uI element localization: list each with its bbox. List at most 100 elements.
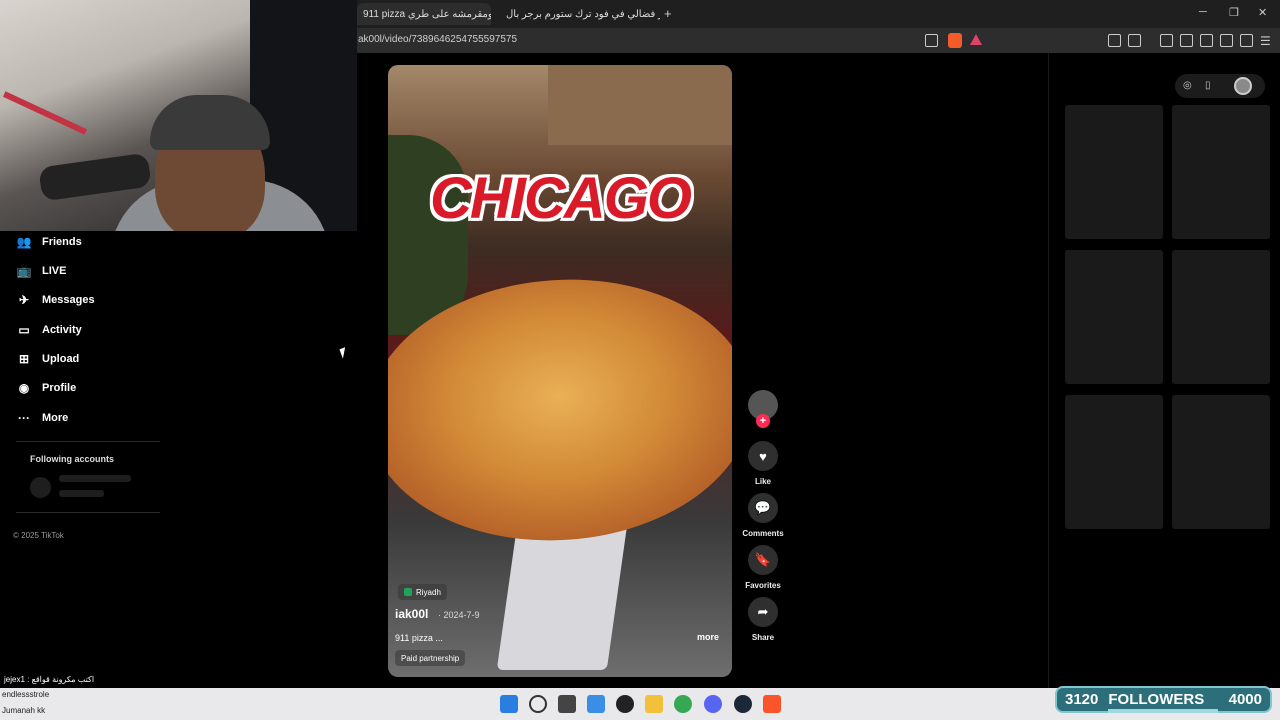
profile-icon: ◉ xyxy=(18,381,30,395)
sidebar-item-more[interactable]: ··· More xyxy=(16,408,68,428)
activity-icon: ▭ xyxy=(18,323,30,337)
video-thumbnail-placeholder[interactable] xyxy=(1065,250,1163,384)
minimize-icon[interactable]: ─ xyxy=(1199,6,1207,18)
sidebar-item-label: Activity xyxy=(42,324,82,336)
friends-icon: 👥 xyxy=(16,235,32,249)
chat-message: endlessstrole xyxy=(2,690,50,699)
followers-progress-bar xyxy=(1108,709,1218,713)
live-icon: 📺 xyxy=(16,264,32,278)
windows-start-icon[interactable] xyxy=(500,695,518,713)
microphone xyxy=(38,152,152,202)
upload-icon: ⊞ xyxy=(18,352,30,366)
location-badge[interactable]: Riyadh xyxy=(398,584,447,600)
share-button[interactable]: ➦ xyxy=(748,597,778,627)
discord-icon[interactable] xyxy=(704,695,722,713)
video-thumbnail-placeholder[interactable] xyxy=(1065,395,1163,529)
video-overlay-title: CHICAGO xyxy=(430,166,692,231)
webcam-overlay xyxy=(0,0,357,231)
video-thumbnail-placeholder[interactable] xyxy=(1172,395,1270,529)
browser-tab[interactable]: برجر فضالي في فود ترك ستورم برجر بال xyxy=(500,3,660,25)
share-page-icon[interactable] xyxy=(925,34,938,47)
sidebar-item-profile[interactable]: ◉ Profile xyxy=(16,378,76,398)
favorites-button[interactable]: 🔖 xyxy=(748,545,778,575)
store-icon[interactable] xyxy=(587,695,605,713)
steam-icon[interactable] xyxy=(734,695,752,713)
comments-button[interactable]: 💬 xyxy=(748,493,778,523)
followers-count: 3120 xyxy=(1065,691,1099,708)
following-accounts-title: Following accounts xyxy=(30,454,115,464)
screenshot-icon[interactable] xyxy=(1128,34,1141,47)
brave-shield-icon[interactable] xyxy=(948,33,962,48)
sidebar-item-label: Profile xyxy=(42,382,77,394)
sidebar-item-label: Friends xyxy=(42,236,82,248)
video-thumbnail-placeholder[interactable] xyxy=(1172,105,1270,239)
chrome-icon[interactable] xyxy=(674,695,692,713)
follow-button[interactable]: + xyxy=(756,414,770,428)
share-icon: ➦ xyxy=(757,604,769,619)
messages-icon: ✈ xyxy=(18,293,30,307)
compass-icon[interactable]: ◎ xyxy=(1183,80,1195,92)
like-button[interactable]: ♥ xyxy=(748,441,778,471)
sidebar-item-activity[interactable]: ▭ Activity xyxy=(16,320,82,340)
sidebar-item-label: Messages xyxy=(42,294,95,306)
vpn-icon[interactable] xyxy=(1240,34,1253,47)
sidebar-item-label: LIVE xyxy=(42,265,67,277)
divider xyxy=(16,512,160,513)
divider xyxy=(16,441,160,442)
location-label: Riyadh xyxy=(416,587,441,597)
task-view-icon[interactable] xyxy=(558,695,576,713)
sidebar-item-messages[interactable]: ✈ Messages xyxy=(16,290,95,310)
browser-tab-active[interactable]: 911 pizza ومقرمشه على طري ✕ xyxy=(357,3,491,25)
video-description: 911 pizza ... xyxy=(395,633,443,643)
paid-partnership-badge: Paid partnership xyxy=(395,650,466,666)
wall-painting xyxy=(548,65,732,145)
menu-icon[interactable]: ☰ xyxy=(1260,34,1273,48)
music-icon[interactable] xyxy=(1160,34,1173,47)
followers-label: FOLLOWERS xyxy=(1108,691,1205,708)
wallet-icon[interactable] xyxy=(1200,34,1213,47)
extensions-icon[interactable] xyxy=(1108,34,1121,47)
account-avatar-placeholder xyxy=(30,477,51,498)
chat-message: Jumanah kk xyxy=(2,706,46,715)
more-link[interactable]: more xyxy=(697,632,719,642)
copyright-text: © 2025 TikTok xyxy=(13,531,64,540)
mic-arm xyxy=(2,91,88,135)
device-icon[interactable]: ▯ xyxy=(1205,80,1217,92)
sidebar-item-live[interactable]: 📺 LIVE xyxy=(16,261,67,281)
leo-ai-icon[interactable] xyxy=(1220,34,1233,47)
chat-message: jejex1 : اكتب مكرونة قواقع xyxy=(4,675,95,684)
rewards-icon[interactable] xyxy=(970,34,982,45)
file-explorer-icon[interactable] xyxy=(645,695,663,713)
account-handle-placeholder xyxy=(59,490,104,497)
url-text[interactable]: ak00l/video/7389646254755597575 xyxy=(358,34,517,45)
video-date: · 2024-7-9 xyxy=(438,610,480,620)
sidebar-toggle-icon[interactable] xyxy=(1180,34,1193,47)
tab-title: برجر فضالي في فود ترك ستورم برجر بال xyxy=(506,8,660,20)
sidebar-item-label: Upload xyxy=(42,353,80,365)
close-window-icon[interactable]: ✕ xyxy=(1258,6,1267,19)
account-name-placeholder xyxy=(59,475,131,482)
video-player[interactable]: CHICAGO Riyadh iak00l · 2024-7-9 911 piz… xyxy=(388,65,732,677)
sidebar-item-label: More xyxy=(42,412,69,424)
user-avatar[interactable] xyxy=(1234,77,1252,95)
author-name[interactable]: iak00l xyxy=(395,607,428,621)
tab-title: 911 pizza ومقرمشه على طري xyxy=(363,8,491,20)
new-tab-button[interactable]: + xyxy=(664,6,672,21)
like-label: Like xyxy=(754,477,771,486)
obs-icon[interactable] xyxy=(616,695,634,713)
restore-icon[interactable]: ❐ xyxy=(1229,6,1239,19)
video-thumbnail-placeholder[interactable] xyxy=(1065,105,1163,239)
followers-goal: 4000 xyxy=(1228,691,1262,708)
favorites-label: Favorites xyxy=(745,581,781,590)
more-icon: ··· xyxy=(18,411,30,425)
search-icon[interactable] xyxy=(529,695,547,713)
sidebar-item-friends[interactable]: 👥 Friends xyxy=(16,232,82,252)
heart-icon: ♥ xyxy=(759,448,767,464)
comment-icon: 💬 xyxy=(754,500,772,515)
share-label: Share xyxy=(751,633,775,642)
sidebar-item-upload[interactable]: ⊞ Upload xyxy=(16,349,79,369)
comments-label: Comments xyxy=(742,529,784,538)
mouse-cursor xyxy=(339,347,349,359)
video-thumbnail-placeholder[interactable] xyxy=(1172,250,1270,384)
brave-icon[interactable] xyxy=(763,695,781,713)
